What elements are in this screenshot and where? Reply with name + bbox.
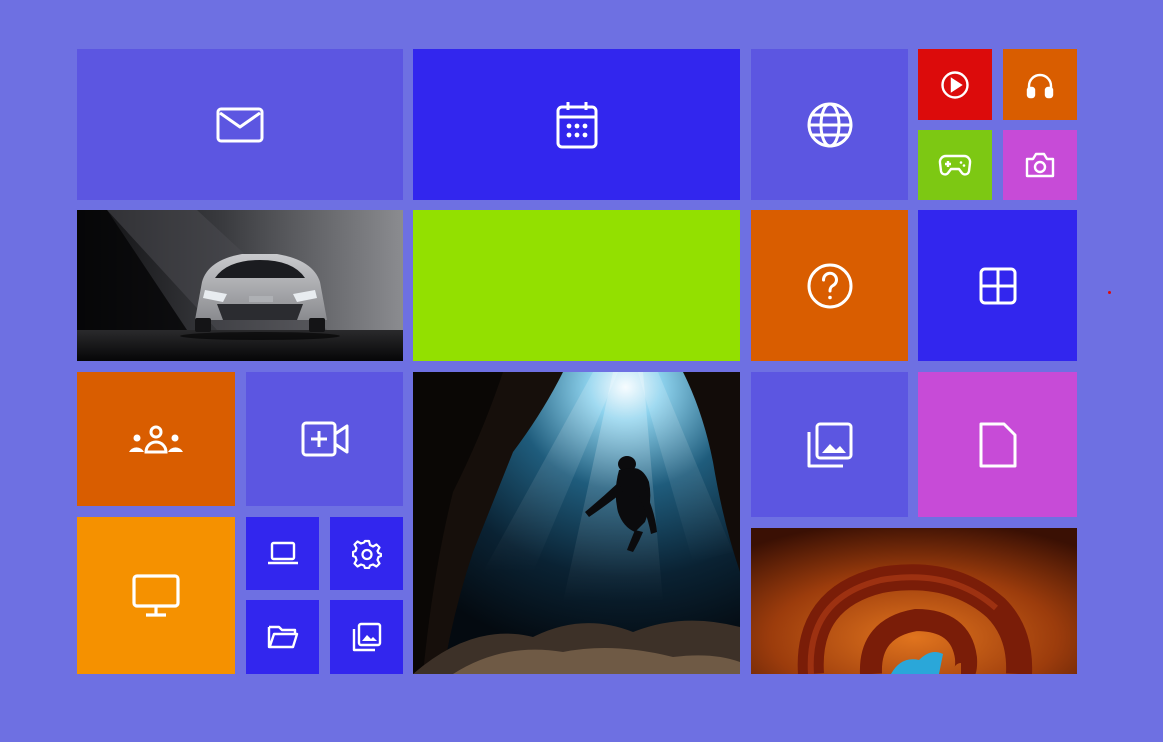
camera-tile[interactable] [1003, 130, 1077, 200]
document-tile[interactable] [918, 372, 1077, 517]
people-icon [129, 425, 183, 454]
video-call-tile[interactable] [246, 372, 403, 506]
gamepad-icon [938, 154, 972, 176]
car-photo-tile[interactable] [77, 210, 403, 361]
photo-gallery-icon [807, 422, 852, 467]
settings-tile[interactable] [330, 517, 403, 590]
files-tile[interactable] [246, 600, 319, 674]
mail-icon [216, 107, 264, 142]
diver-photo-tile[interactable] [413, 372, 740, 674]
car-photo [77, 210, 403, 361]
gear-icon [351, 539, 382, 569]
play-circle-icon [941, 70, 969, 99]
threads-photo-tile[interactable] [751, 528, 1077, 674]
mail-tile[interactable] [77, 49, 403, 200]
desktop-tile[interactable] [77, 517, 235, 674]
document-icon [979, 422, 1016, 467]
camera-icon [1025, 152, 1055, 178]
video-add-icon [301, 421, 348, 457]
laptop-tile[interactable] [246, 517, 319, 590]
red-cursor-dot [1108, 291, 1111, 294]
browser-tile[interactable] [751, 49, 908, 200]
music-tile[interactable] [1003, 49, 1077, 120]
windows-icon [979, 267, 1016, 304]
video-player-tile[interactable] [918, 49, 992, 120]
monitor-icon [132, 573, 180, 617]
diver-photo [413, 372, 740, 674]
games-tile[interactable] [918, 130, 992, 200]
people-tile[interactable] [77, 372, 235, 506]
globe-icon [807, 102, 852, 147]
headphones-icon [1026, 73, 1054, 98]
gallery-tile[interactable] [751, 372, 908, 517]
help-tile[interactable] [751, 210, 908, 361]
threads-logo-photo [751, 528, 1077, 674]
laptop-icon [267, 541, 298, 564]
help-circle-icon [807, 263, 852, 308]
photos-icon [352, 622, 381, 652]
windows-tile[interactable] [918, 210, 1077, 361]
photos-tile[interactable] [330, 600, 403, 674]
calendar-tile[interactable] [413, 49, 740, 200]
calendar-icon [556, 101, 597, 148]
lime-tile[interactable] [413, 210, 740, 361]
folder-icon [267, 625, 298, 649]
